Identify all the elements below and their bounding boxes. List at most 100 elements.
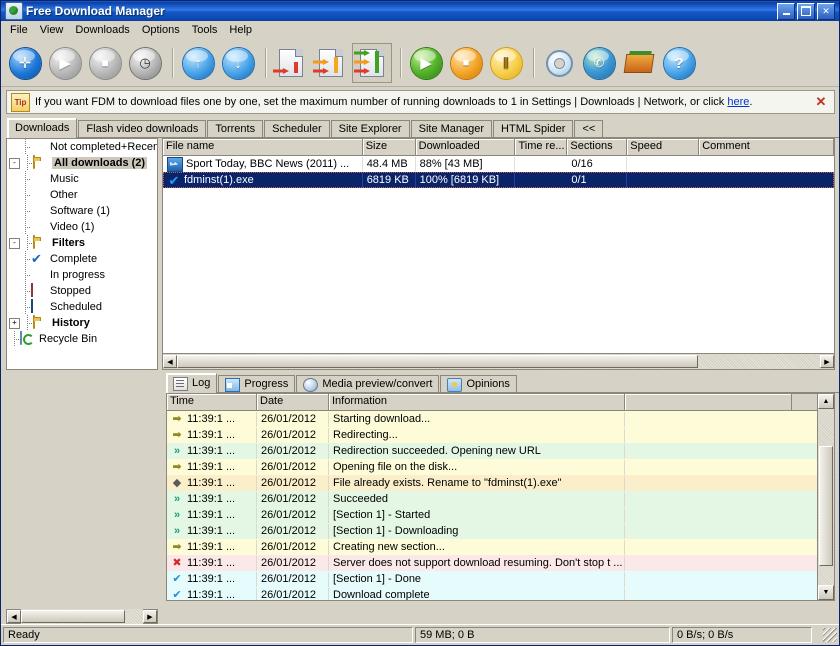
tab-torrents[interactable]: Torrents (207, 120, 264, 138)
log-row[interactable]: ➡ 11:39:1 ... 26/01/2012 Creating new secti… (167, 539, 817, 555)
hscroll-thumb[interactable] (177, 355, 698, 368)
menu-view[interactable]: View (34, 22, 70, 38)
downloads-col-comment[interactable]: Comment (699, 139, 834, 155)
menu-help[interactable]: Help (223, 22, 258, 38)
tree-item-stopped[interactable]: Stopped (7, 283, 157, 299)
stop-download-button[interactable]: ■ (86, 44, 124, 82)
log-row[interactable]: ✔ 11:39:1 ... 26/01/2012 Download complete (167, 587, 817, 600)
start-download-button[interactable]: ▶ (46, 44, 84, 82)
tree-item-all-downloads-2[interactable]: - All downloads (2) (7, 155, 157, 171)
tree-item-complete[interactable]: ✔ Complete (7, 251, 157, 267)
start-all-button[interactable]: ▶ (407, 44, 445, 82)
tree-item-music[interactable]: Music (7, 171, 157, 187)
log-row[interactable]: » 11:39:1 ... 26/01/2012 Redirection succee… (167, 443, 817, 459)
tab-flash-video-downloads[interactable]: Flash video downloads (78, 120, 207, 138)
log-vscrollbar[interactable]: ▲ ▼ (817, 394, 834, 600)
tree-item-in-progress[interactable]: In progress (7, 267, 157, 283)
tip-link[interactable]: here (727, 96, 749, 108)
tab-html-spider[interactable]: HTML Spider (493, 120, 574, 138)
tab-more[interactable]: << (574, 120, 604, 138)
downloads-col-sections[interactable]: Sections (567, 139, 628, 155)
close-tip-icon[interactable]: ✕ (812, 93, 830, 111)
low-priority-button[interactable] (272, 44, 310, 82)
tree-item-scheduled[interactable]: Scheduled (7, 299, 157, 315)
tree-expander[interactable]: + (9, 317, 20, 329)
tree-item-label: Video (1) (50, 221, 95, 233)
downloads-col-time-re[interactable]: Time re... (515, 139, 568, 155)
downloads-col-speed[interactable]: Speed (627, 139, 700, 155)
log-col-time[interactable]: Time (167, 394, 257, 410)
normal-priority-button[interactable] (312, 44, 350, 82)
vscroll-thumb[interactable] (819, 445, 833, 566)
move-up-button[interactable]: ↑ (179, 44, 217, 82)
tree-item-video-1[interactable]: Video (1) (7, 219, 157, 235)
stop-all-button[interactable]: ■ (447, 44, 485, 82)
tree-hscroll-left-button[interactable]: ◀ (7, 610, 21, 623)
hscroll-left-button[interactable]: ◀ (163, 355, 177, 368)
tree-item-other[interactable]: Other (7, 187, 157, 203)
site-explorer-button[interactable]: ✆ (580, 44, 618, 82)
move-down-button[interactable]: ↓ (219, 44, 257, 82)
log-row[interactable]: » 11:39:1 ... 26/01/2012 Succeeded (167, 491, 817, 507)
downloads-col-downloaded[interactable]: Downloaded (416, 139, 516, 155)
download-row[interactable]: Sport Today, BBC News (2011) ... 48.4 MB 8… (163, 156, 834, 172)
tree-hscroll-thumb[interactable] (21, 610, 125, 623)
hscroll-right-button[interactable]: ▶ (820, 355, 834, 368)
log-row[interactable]: ✖ 11:39:1 ... 26/01/2012 Server does not su… (167, 555, 817, 571)
tree-item-software-1[interactable]: Software (1) (7, 203, 157, 219)
help-book-button[interactable] (620, 44, 658, 82)
log-row[interactable]: ✔ 11:39:1 ... 26/01/2012 [Section 1] - Done (167, 571, 817, 587)
menu-file[interactable]: File (4, 22, 34, 38)
tree-item-history[interactable]: + History (7, 315, 157, 331)
vscroll-track[interactable] (818, 409, 834, 585)
menu-tools[interactable]: Tools (186, 22, 224, 38)
schedule-button[interactable]: ◷ (126, 44, 164, 82)
tree-item-label: Recycle Bin (39, 333, 98, 345)
tab-media-preview-convert[interactable]: Media preview/convert (296, 375, 440, 393)
high-priority-button[interactable] (352, 43, 392, 83)
tree-expander[interactable]: - (9, 157, 20, 169)
tree-item-not-completed-recen[interactable]: Not completed+Recen (7, 139, 157, 155)
log-row[interactable]: » 11:39:1 ... 26/01/2012 [Section 1] - Star… (167, 507, 817, 523)
tree-item-filters[interactable]: - Filters (7, 235, 157, 251)
minimize-button[interactable] (777, 2, 795, 20)
tab-progress[interactable]: Progress (218, 375, 296, 393)
resize-grip[interactable] (823, 628, 837, 642)
tab-site-manager[interactable]: Site Manager (410, 120, 493, 138)
tab-log[interactable]: Log (166, 373, 218, 393)
tree-hscroll-track[interactable] (21, 609, 143, 624)
vscroll-down-button[interactable]: ▼ (818, 585, 834, 600)
vscroll-up-button[interactable]: ▲ (818, 394, 834, 409)
downloads-col-file-name[interactable]: File name (163, 139, 363, 155)
tree-hscrollbar[interactable]: ◀ ▶ (6, 609, 158, 624)
tree-expander[interactable]: - (9, 237, 20, 249)
downloads-hscrollbar[interactable]: ◀ ▶ (163, 353, 834, 369)
log-row[interactable]: ➡ 11:39:1 ... 26/01/2012 Opening file on th… (167, 459, 817, 475)
tree-item-recycle-bin[interactable]: Recycle Bin (7, 331, 157, 347)
log-row[interactable]: ➡ 11:39:1 ... 26/01/2012 Redirecting... (167, 427, 817, 443)
download-row[interactable]: ✔ fdminst(1).exe 6819 KB 100% [6819 KB] 0/1 (163, 172, 834, 188)
log-row[interactable]: ◆ 11:39:1 ... 26/01/2012 File already exist… (167, 475, 817, 491)
log-col-information[interactable]: Information (329, 394, 625, 410)
hscroll-track[interactable] (177, 354, 820, 369)
tab-downloads[interactable]: Downloads (7, 118, 78, 138)
downloads-col-size[interactable]: Size (363, 139, 416, 155)
category-tree[interactable]: Not completed+Recen - All downloads (2) Mus… (6, 138, 158, 370)
log-row[interactable]: ➡ 11:39:1 ... 26/01/2012 Starting download.… (167, 411, 817, 427)
help-button[interactable]: ? (660, 44, 698, 82)
tree-guide (20, 267, 31, 283)
log-col-col3[interactable] (625, 394, 792, 410)
delete-completed-button[interactable]: ⫼ (487, 44, 525, 82)
menu-downloads[interactable]: Downloads (69, 22, 135, 38)
maximize-button[interactable] (797, 2, 815, 20)
tab-site-explorer[interactable]: Site Explorer (330, 120, 410, 138)
add-download-button[interactable]: ✛ (6, 44, 44, 82)
tab-scheduler[interactable]: Scheduler (264, 120, 330, 138)
settings-button[interactable] (540, 44, 578, 82)
close-button[interactable]: ✕ (817, 2, 835, 20)
log-col-date[interactable]: Date (257, 394, 329, 410)
log-row[interactable]: » 11:39:1 ... 26/01/2012 [Section 1] - Down… (167, 523, 817, 539)
tab-opinions[interactable]: Opinions (440, 375, 517, 393)
tree-hscroll-right-button[interactable]: ▶ (143, 610, 157, 623)
menu-options[interactable]: Options (136, 22, 186, 38)
